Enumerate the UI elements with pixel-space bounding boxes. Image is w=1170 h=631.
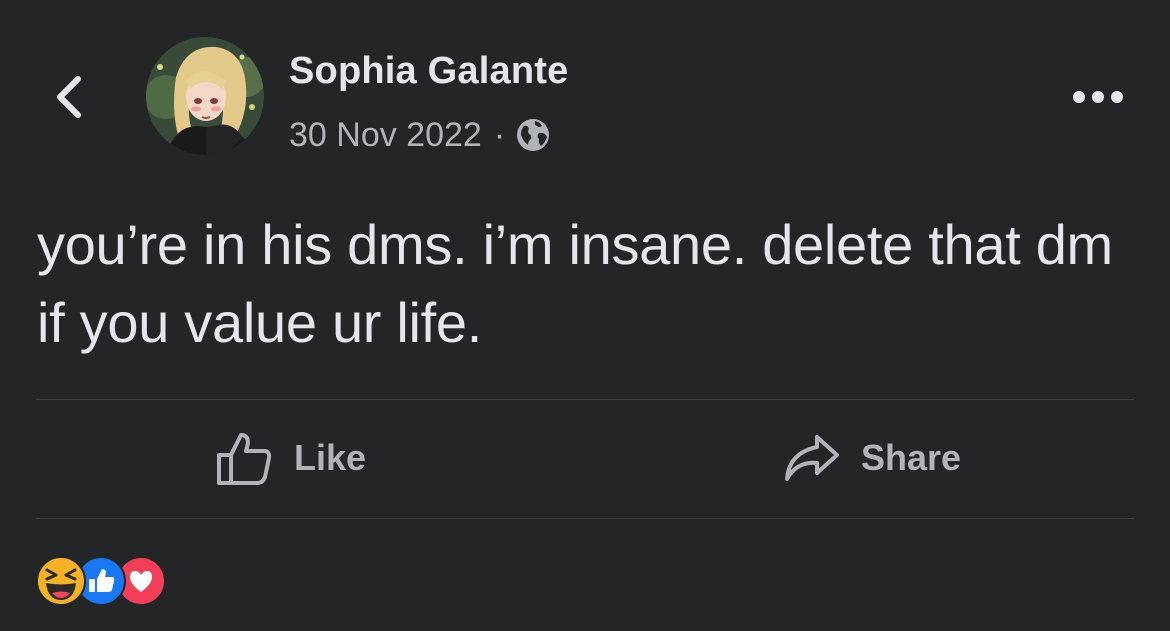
meta-separator: · — [493, 115, 506, 154]
globe-icon — [517, 119, 550, 151]
share-button[interactable]: Share — [783, 426, 961, 490]
divider-bottom — [36, 518, 1134, 519]
haha-reaction-icon — [36, 556, 86, 606]
avatar-image — [146, 37, 264, 155]
share-label: Share — [861, 437, 962, 478]
back-button[interactable] — [40, 66, 98, 128]
reactions-summary[interactable] — [36, 556, 166, 606]
thumbs-up-icon — [217, 433, 272, 485]
avatar[interactable] — [146, 37, 264, 155]
post-date[interactable]: 30 Nov 2022 — [289, 116, 482, 155]
share-arrow-icon — [785, 435, 839, 481]
more-options-button[interactable] — [1062, 76, 1134, 118]
like-label: Like — [294, 437, 367, 478]
divider-top — [36, 399, 1134, 400]
more-dots-icon — [1073, 91, 1123, 103]
chevron-left-icon — [57, 76, 81, 118]
post-text: you’re in his dms. i’m insane. delete th… — [37, 213, 1113, 354]
author-name[interactable]: Sophia Galante — [289, 50, 568, 93]
post-meta: 30 Nov 2022 · — [289, 112, 551, 158]
like-button[interactable]: Like — [214, 426, 366, 490]
